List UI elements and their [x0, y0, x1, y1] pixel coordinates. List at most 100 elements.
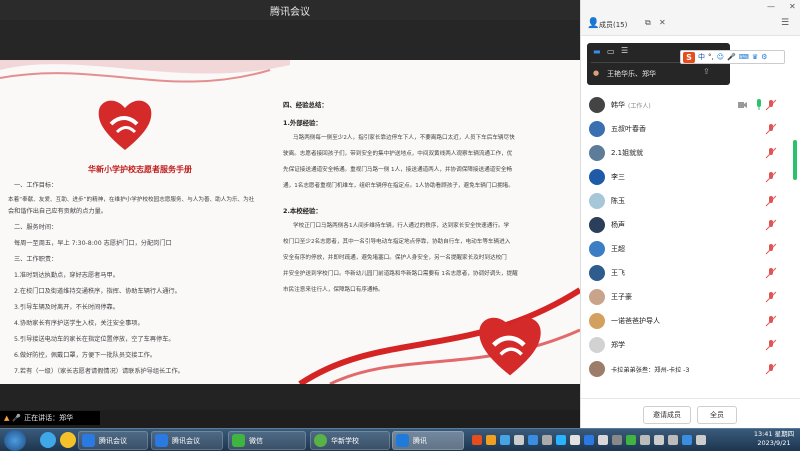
list-item[interactable]: 王飞 [589, 262, 789, 284]
member-name: 卡拉弟弟张叁：郑州-卡拉 -3 [611, 366, 690, 374]
taskbar-label: 微信 [249, 436, 263, 445]
member-panel-footer: 邀请成员 全员 [581, 398, 800, 428]
voice-icon[interactable]: 🎤 [727, 53, 736, 61]
battery-icon[interactable] [612, 435, 622, 445]
qq-icon[interactable] [556, 435, 566, 445]
list-item[interactable]: 2.1姐就就 [589, 142, 789, 164]
browser-icon[interactable] [40, 432, 56, 448]
microphone-muted-icon[interactable] [765, 291, 777, 303]
mute-all-button[interactable]: 全员 [697, 406, 737, 424]
network-icon[interactable] [500, 435, 510, 445]
list-item[interactable]: 陈玉 [589, 190, 789, 212]
doc-line: 校门口至少2名志愿者，其中一名引导电动车指定地点停靠，协助自行车，电动车等车辆进… [283, 239, 511, 245]
security-icon[interactable] [486, 435, 496, 445]
grid-icon[interactable]: ☰ [621, 46, 628, 55]
ime-toolbar[interactable]: S 中 °, ☺ 🎤 ⌨ ♛ ⚙ [680, 50, 785, 64]
speaker-label: 正在讲话：郑华 [24, 414, 74, 422]
minimize-icon[interactable]: ▬ [593, 47, 601, 56]
taskbar-clock[interactable]: 13:41 星期四 2023/9/21 [748, 430, 800, 451]
tencent-meeting-tray-icon[interactable] [584, 435, 594, 445]
member-list: 韩华 (工作人) 五叔叶春香 2.1姐就就 李三 陈玉 杨声 王超 王飞 王子豪… [581, 60, 800, 400]
taskbar-item-meeting[interactable]: 腾讯会议 [78, 431, 148, 450]
sogou-tray-icon[interactable] [472, 435, 482, 445]
wechat-icon [232, 434, 245, 447]
meeting-footer-area [0, 384, 580, 410]
gear-icon[interactable] [514, 435, 524, 445]
volume-icon[interactable] [654, 435, 664, 445]
punctuation-icon[interactable]: °, [708, 53, 714, 61]
avatar [589, 121, 605, 137]
avatar [589, 97, 605, 113]
ime-mode-label[interactable]: 中 [698, 52, 705, 62]
member-panel-header: 👤 成员(15) ⧉ ✕ ☰ — ✕ [581, 0, 800, 36]
display-icon[interactable] [570, 435, 580, 445]
meeting-title-bar: 腾讯会议 [0, 0, 580, 20]
window-icon[interactable]: ▭ [607, 47, 615, 56]
member-name: 郑学 [611, 341, 625, 349]
list-item[interactable]: 李三 [589, 166, 789, 188]
window-close-icon[interactable]: ✕ [789, 2, 796, 11]
microphone-muted-icon[interactable] [765, 171, 777, 183]
popout-icon[interactable]: ⧉ [645, 18, 651, 28]
microphone-muted-icon[interactable] [765, 147, 777, 159]
invite-button[interactable]: 邀请成员 [643, 406, 691, 424]
doc-line: 本着“奉献、友爱、互助、进步”的精神，在维护小学护校校园志愿服务、与人为善、助人… [8, 197, 255, 203]
list-item[interactable]: 郑学 [589, 334, 789, 356]
printer-icon[interactable] [598, 435, 608, 445]
usb-icon[interactable] [542, 435, 552, 445]
list-item[interactable]: 杨声 [589, 214, 789, 236]
taskbar-label: 华新学校 [331, 436, 359, 445]
member-list-scrollbar[interactable] [793, 140, 797, 180]
doc-line: 2.在校门口及街道维持交通秩序，指挥、协助车辆行人通行。 [14, 288, 181, 295]
taskbar-item-browser[interactable]: 华新学校 [310, 431, 390, 450]
ime-tray-icon[interactable] [696, 435, 706, 445]
microphone-muted-icon[interactable] [765, 195, 777, 207]
share-icon[interactable]: ⇪ [703, 67, 710, 76]
start-button[interactable] [4, 430, 26, 451]
emoji-icon[interactable]: ☺ [717, 53, 724, 61]
taskbar-label: 腾讯会议 [99, 436, 127, 445]
microphone-muted-icon[interactable] [765, 123, 777, 135]
close-icon[interactable]: ✕ [659, 18, 666, 27]
camera-icon[interactable] [737, 100, 747, 110]
member-panel-title: 成员(15) [599, 21, 628, 29]
avatar [589, 313, 605, 329]
network-status-icon[interactable] [668, 435, 678, 445]
doc-heading: 四、经验总结： [283, 101, 328, 109]
member-icon: 👤 [587, 18, 600, 29]
list-item[interactable]: 卡拉弟弟张叁：郑州-卡拉 -3 [589, 358, 789, 380]
doc-line: 驶离。志愿者接回孩子们，带到安全的集中护送地点，中间双黄线两人观察车辆流通工作，… [283, 151, 513, 157]
list-item[interactable]: 韩华 (工作人) [589, 94, 789, 116]
speaker-indicator: ▲ 🎤 正在讲话：郑华 [0, 411, 100, 425]
bluetooth-icon[interactable] [682, 435, 692, 445]
doc-line: 安全有序的停放，并即时疏通，避免堵塞口。保护人身安全，另一名提醒家长及时到达校门 [283, 255, 507, 261]
list-item[interactable]: 王子豪 [589, 286, 789, 308]
taskbar-label: 腾讯 [413, 436, 427, 445]
microphone-muted-icon[interactable] [765, 243, 777, 255]
folder-icon[interactable] [60, 432, 76, 448]
flag-icon[interactable] [640, 435, 650, 445]
cloud-icon[interactable] [528, 435, 538, 445]
clock-date: 2023/9/21 [757, 439, 791, 447]
taskbar-item-meeting-2[interactable]: 腾讯会议 [151, 431, 223, 450]
taskbar-item-active[interactable]: 腾讯 [392, 431, 464, 450]
menu-icon[interactable]: ☰ [781, 18, 789, 28]
shared-document: 华新小学护校志愿者服务手册 一、工作目标： 本着“奉献、友爱、互助、进步”的精神… [0, 60, 580, 384]
doc-line: 1.准时到达执勤点，穿好志愿者马甲。 [14, 272, 119, 279]
list-item[interactable]: 一诺爸爸护导人 [589, 310, 789, 332]
microphone-muted-icon[interactable] [765, 315, 777, 327]
minimize-icon[interactable]: — [767, 2, 775, 11]
list-item[interactable]: 王超 [589, 238, 789, 260]
taskbar-item-wechat[interactable]: 微信 [228, 431, 306, 450]
list-item[interactable]: 五叔叶春香 [589, 118, 789, 140]
microphone-muted-icon[interactable] [765, 219, 777, 231]
microphone-on-icon[interactable] [755, 99, 763, 111]
microphone-muted-icon[interactable] [765, 363, 777, 375]
wechat-tray-icon[interactable] [626, 435, 636, 445]
microphone-muted-icon[interactable] [765, 339, 777, 351]
keyboard-icon[interactable]: ⌨ [739, 53, 749, 61]
settings-icon[interactable]: ⚙ [761, 53, 767, 61]
microphone-muted-icon[interactable] [765, 267, 777, 279]
skin-icon[interactable]: ♛ [752, 53, 758, 61]
microphone-muted-icon[interactable] [765, 99, 777, 111]
